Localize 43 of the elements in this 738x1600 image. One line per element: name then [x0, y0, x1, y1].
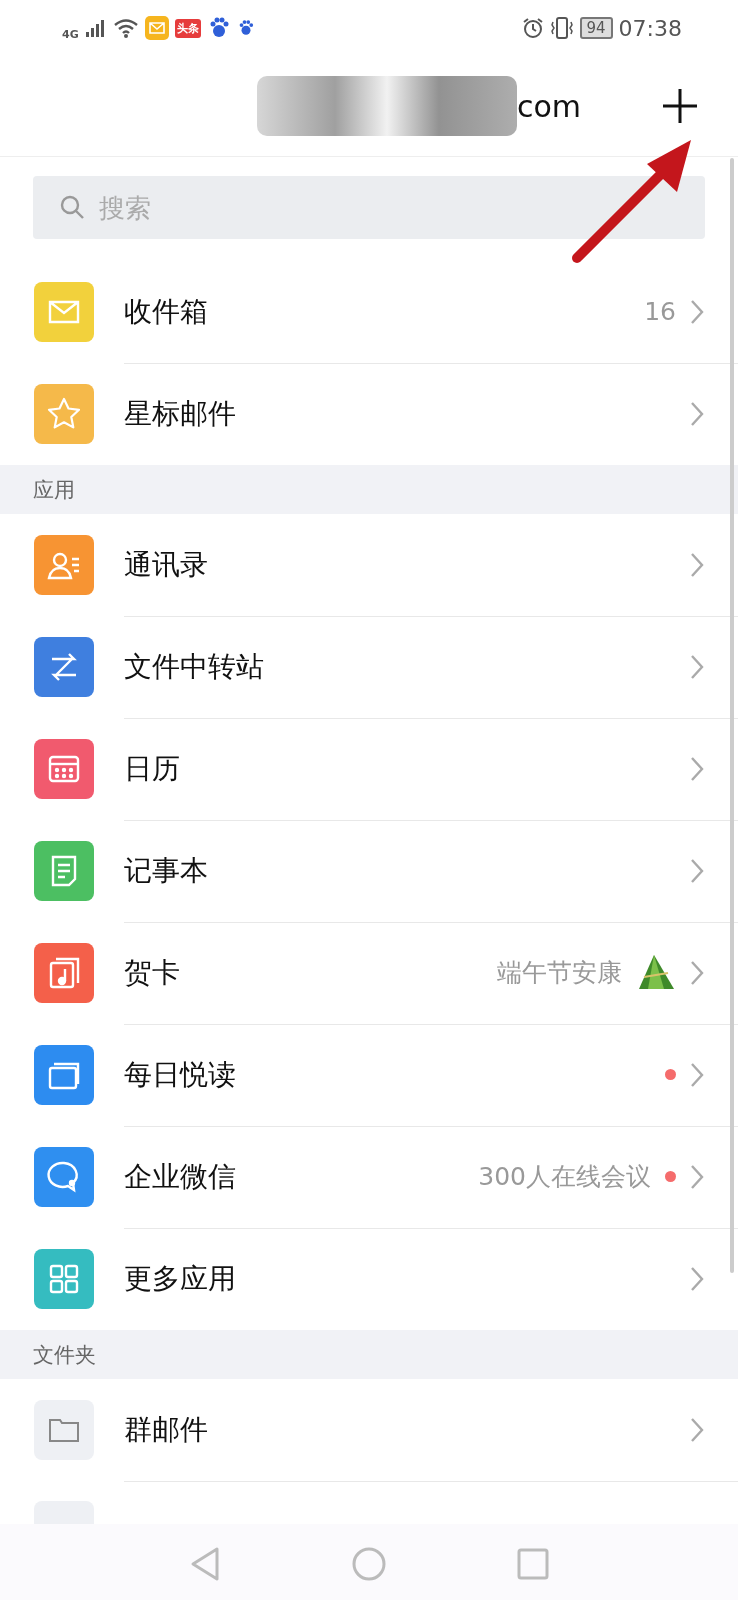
search-field[interactable]: 搜索 [33, 176, 705, 239]
add-icon[interactable] [662, 88, 698, 124]
section-header: 文件夹 [0, 1330, 738, 1379]
alarm-icon [521, 17, 544, 39]
app-item[interactable]: 企业微信 300人在线会议 [0, 1126, 738, 1228]
app-item[interactable]: 记事本 [0, 820, 738, 922]
section-header: 应用 [0, 465, 738, 514]
search-icon [59, 194, 85, 220]
chevron-icon [690, 551, 704, 578]
battery-indicator: 94 [579, 17, 613, 39]
app-note: 端午节安康 [497, 957, 622, 989]
app-item[interactable]: 文件中转站 [0, 616, 738, 718]
chevron-icon [690, 1163, 704, 1190]
network-type: 4G [62, 27, 79, 41]
app-item[interactable]: 每日悦读 [0, 1024, 738, 1126]
recents-icon[interactable] [517, 1547, 549, 1580]
chevron-icon [690, 755, 704, 782]
app-item[interactable]: 贺卡 端午节安康 [0, 922, 738, 1024]
chevron-icon [690, 653, 704, 680]
chevron-icon [690, 298, 704, 325]
chevron-icon [690, 1061, 704, 1088]
vibrate-icon [549, 16, 574, 40]
wifi-icon [112, 18, 139, 38]
signal-icon [84, 19, 107, 37]
app-item[interactable]: 通讯录 [0, 514, 738, 616]
clock-time: 07:38 [618, 15, 682, 41]
news-app-icon: 头条 [174, 18, 201, 38]
unread-count: 16 [644, 297, 676, 326]
chevron-icon [690, 1416, 704, 1443]
chevron-icon [690, 401, 704, 427]
app-note: 300人在线会议 [478, 1161, 651, 1193]
home-icon[interactable] [351, 1545, 387, 1582]
account-title: com [516, 88, 582, 124]
mail-app-icon [144, 16, 169, 40]
chevron-icon [690, 959, 704, 986]
mailbox-item[interactable]: 星标邮件 [0, 363, 738, 465]
mailbox-item[interactable]: 收件箱 16 [0, 261, 738, 363]
back-icon[interactable] [189, 1545, 221, 1582]
folder-item[interactable]: 群邮件 [0, 1379, 738, 1481]
app-item[interactable]: 日历 [0, 718, 738, 820]
chevron-icon [690, 1266, 704, 1292]
chevron-icon [690, 857, 704, 884]
app-item[interactable]: 更多应用 [0, 1228, 738, 1330]
